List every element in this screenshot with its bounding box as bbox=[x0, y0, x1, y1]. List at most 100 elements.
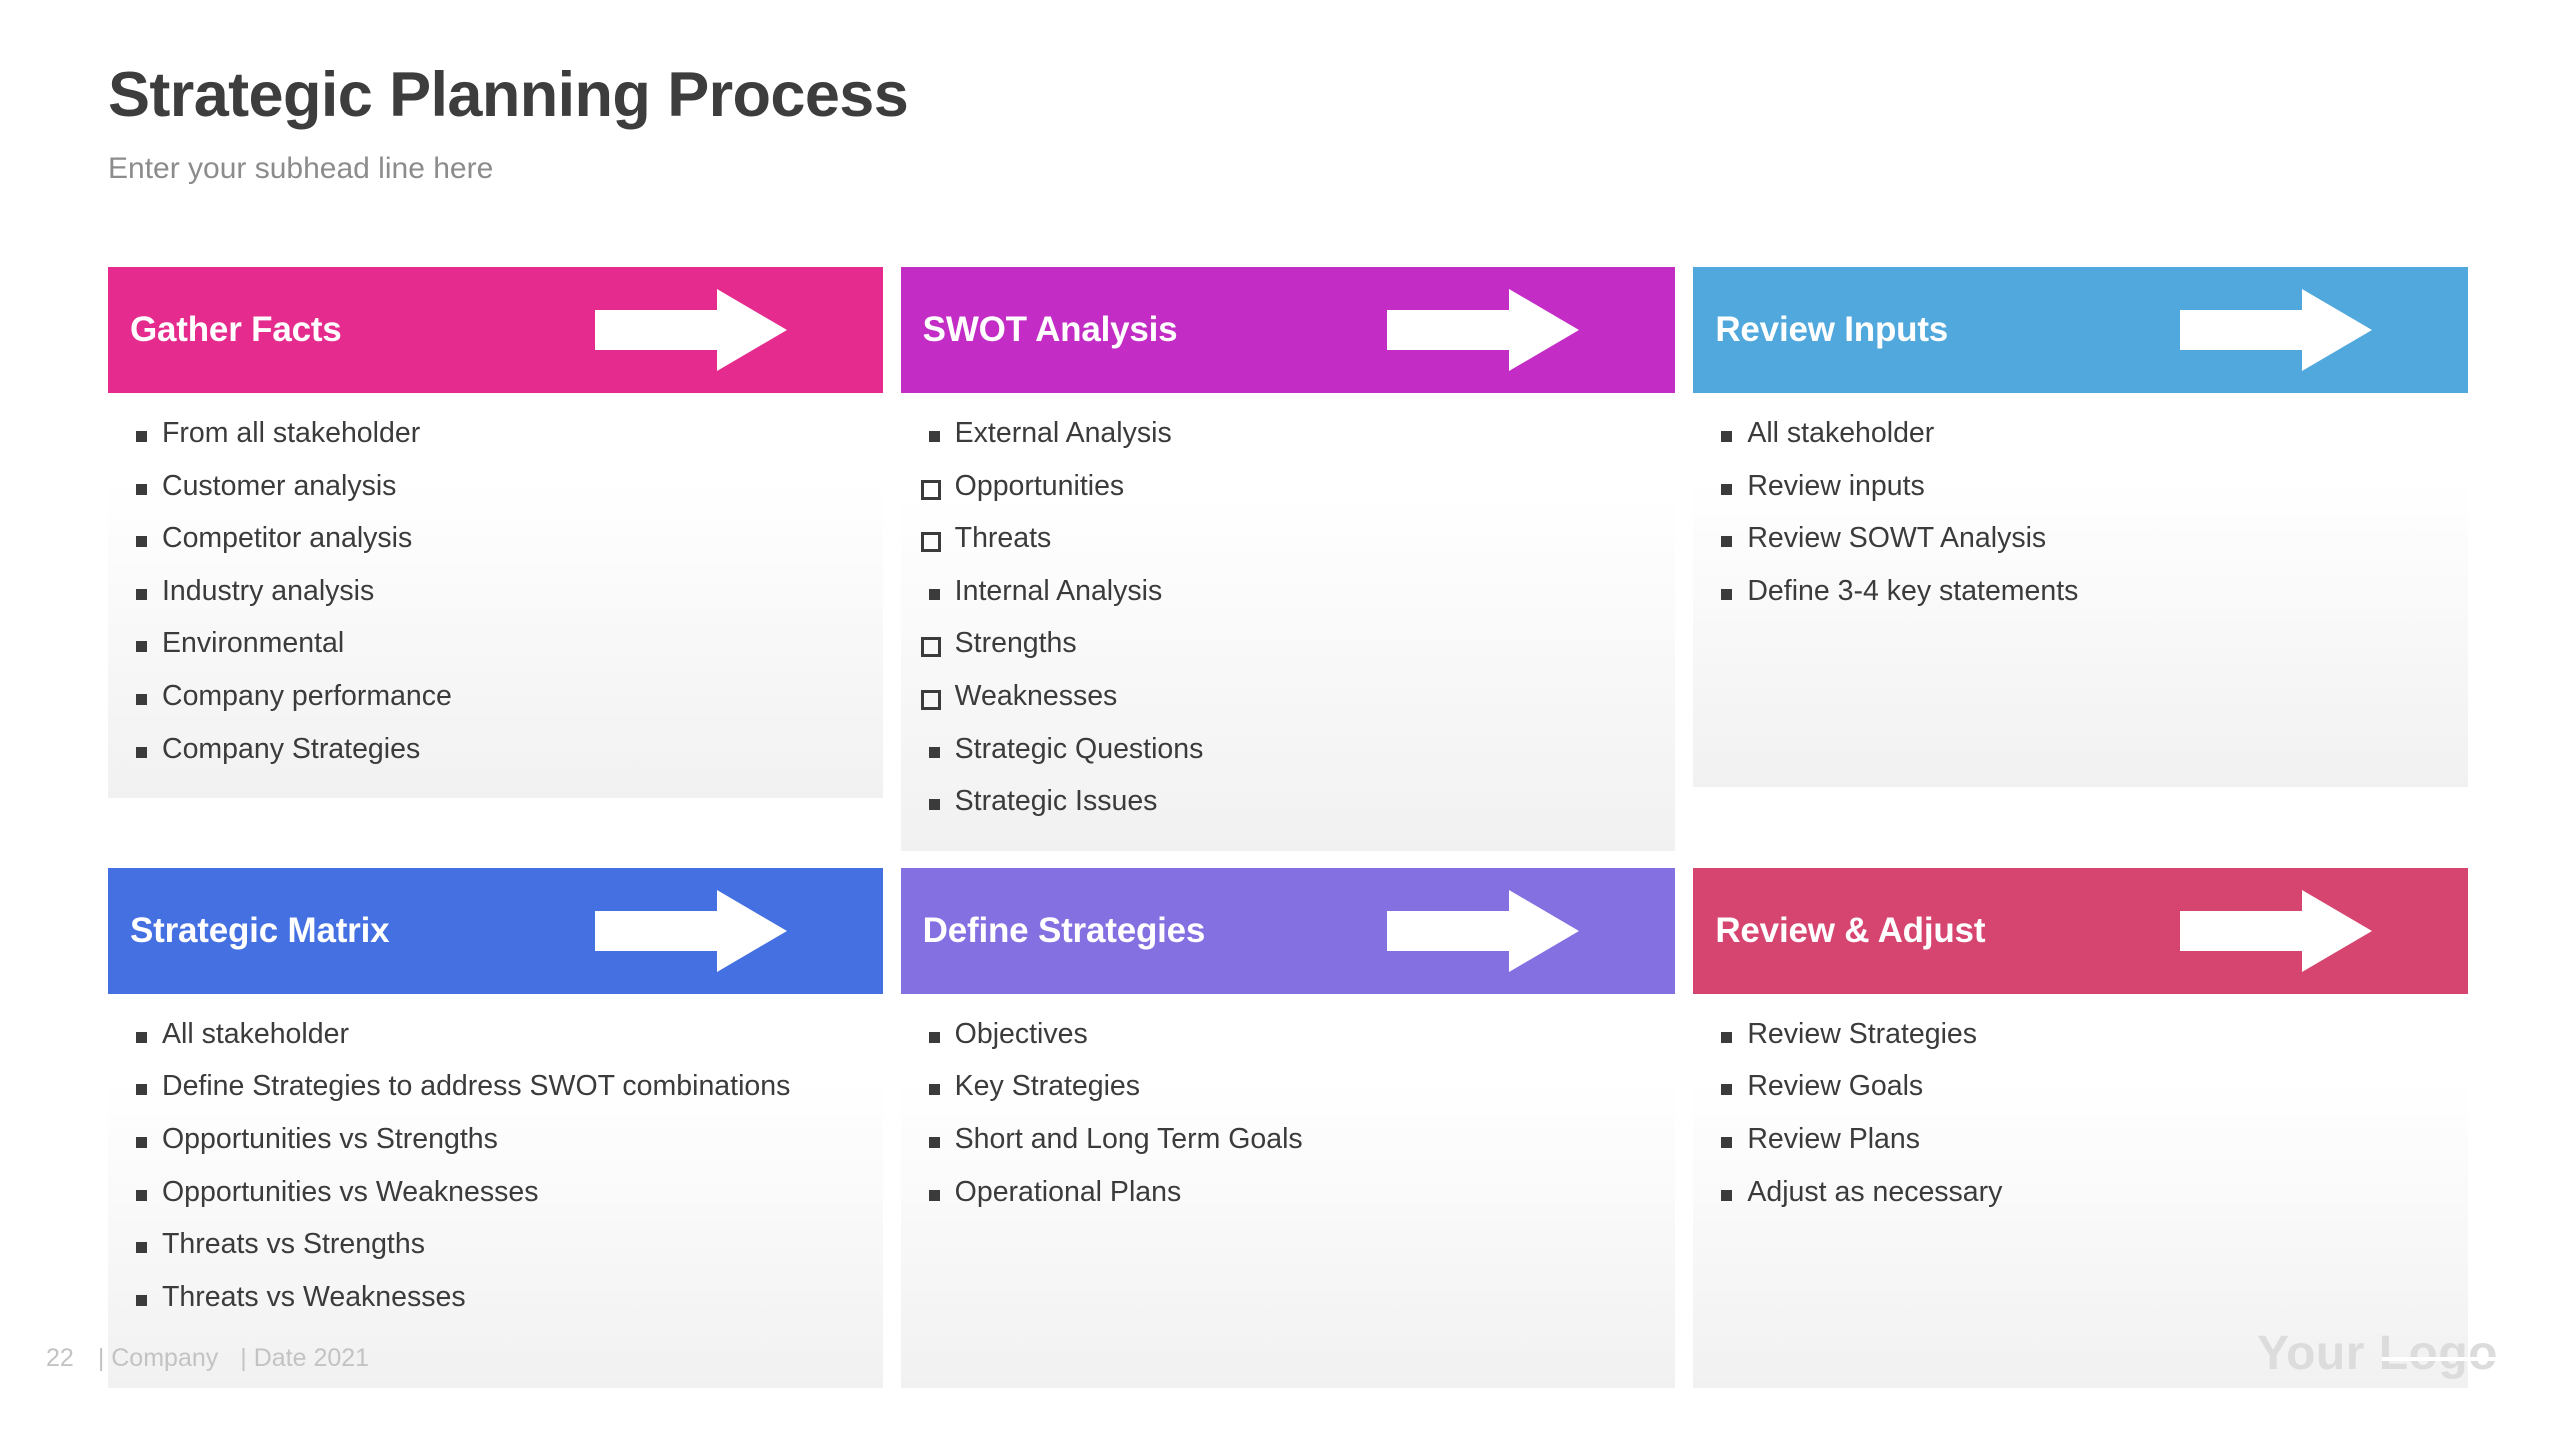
page-subhead: Enter your subhead line here bbox=[108, 151, 494, 185]
bullet-text: Company Strategies bbox=[162, 732, 421, 765]
process-card-header[interactable]: Define Strategies bbox=[900, 867, 1676, 994]
filled-square-bullet-icon bbox=[128, 577, 162, 600]
bullet-text: Opportunities vs Strengths bbox=[162, 1123, 498, 1156]
bullet-text: All stakeholder bbox=[162, 1017, 349, 1050]
hollow-square-bullet-icon bbox=[920, 472, 955, 500]
process-card-title: Strategic Matrix bbox=[130, 910, 390, 950]
bullet-text: Define 3-4 key statements bbox=[1747, 574, 2079, 607]
bullet-glyph bbox=[1721, 431, 1733, 442]
footer-date: | Date 2021 bbox=[240, 1344, 370, 1372]
bullet-glyph bbox=[136, 694, 147, 706]
bullet-glyph bbox=[136, 641, 147, 653]
footer-logo-placeholder: Your Logo bbox=[2257, 1327, 2500, 1380]
filled-square-bullet-icon bbox=[128, 1178, 162, 1201]
process-card-header[interactable]: Review & Adjust bbox=[1693, 867, 2469, 994]
bullet-glyph bbox=[928, 799, 940, 811]
bullet-list: All stakeholder Review inputs Review SOWT … bbox=[1713, 417, 2448, 611]
bullet-text: Review Strategies bbox=[1747, 1017, 1978, 1050]
filled-square-bullet-icon bbox=[921, 1125, 955, 1149]
bullet-glyph bbox=[920, 690, 941, 711]
process-card-header[interactable]: Gather Facts bbox=[108, 267, 883, 393]
process-card[interactable]: Gather Facts From all stakeholder Customer… bbox=[108, 267, 883, 851]
bullet-list-item: Company performance bbox=[128, 680, 863, 735]
process-card-header[interactable]: Review Inputs bbox=[1693, 267, 2469, 393]
right-arrow-icon bbox=[594, 889, 787, 972]
bullet-list-item: Strategic Issues bbox=[921, 785, 1656, 821]
filled-square-bullet-icon bbox=[1713, 524, 1747, 548]
filled-square-bullet-icon bbox=[128, 419, 162, 442]
bullet-list-item: Opportunities vs Strengths bbox=[128, 1123, 863, 1178]
process-card[interactable]: Define Strategies Objectives Key Strategie… bbox=[900, 867, 1676, 1388]
bullet-list-item: Opportunities bbox=[920, 470, 1656, 525]
page-title: Strategic Planning Process bbox=[108, 60, 909, 130]
bullet-list-item: Opportunities vs Weaknesses bbox=[128, 1176, 863, 1231]
bullet-list: All stakeholder Define Strategies to addr… bbox=[128, 1018, 863, 1317]
filled-square-bullet-icon bbox=[128, 472, 162, 495]
bullet-text: Industry analysis bbox=[162, 574, 375, 607]
bullet-glyph bbox=[136, 1242, 147, 1254]
filled-square-bullet-icon bbox=[128, 524, 162, 548]
bullet-text: Strategic Issues bbox=[954, 785, 1158, 818]
filled-square-bullet-icon bbox=[128, 735, 162, 758]
bullet-list-item: Objectives bbox=[921, 1018, 1656, 1073]
bullet-list-item: Define 3-4 key statements bbox=[1713, 575, 2448, 611]
filled-square-bullet-icon bbox=[128, 1230, 162, 1254]
bullet-glyph bbox=[920, 637, 941, 658]
process-card[interactable]: Review & Adjust Review Strategies Review G… bbox=[1693, 867, 2469, 1388]
bullet-text: Strengths bbox=[954, 627, 1077, 660]
filled-square-bullet-icon bbox=[921, 1020, 955, 1043]
process-card[interactable]: Review Inputs All stakeholder Review input… bbox=[1693, 267, 2469, 851]
bullet-glyph bbox=[1721, 588, 1733, 600]
hollow-square-bullet-icon bbox=[920, 629, 955, 658]
filled-square-bullet-icon bbox=[128, 1020, 162, 1043]
bullet-glyph bbox=[1721, 1084, 1733, 1096]
filled-square-bullet-icon bbox=[128, 629, 162, 653]
right-arrow-icon bbox=[1387, 889, 1580, 972]
filled-square-bullet-icon bbox=[128, 682, 162, 706]
bullet-list-item: Review inputs bbox=[1713, 470, 2448, 525]
bullet-text: Objectives bbox=[954, 1017, 1088, 1050]
bullet-list-item: Environmental bbox=[128, 627, 863, 682]
bullet-list-item: Strategic Questions bbox=[921, 733, 1656, 788]
bullet-glyph bbox=[1721, 1031, 1733, 1043]
footer-meta: 22 | Company | Date 2021 bbox=[46, 1344, 369, 1373]
process-card-header[interactable]: Strategic Matrix bbox=[108, 867, 883, 994]
bullet-text: Review Plans bbox=[1747, 1123, 1920, 1156]
bullet-list-item: Review Strategies bbox=[1713, 1018, 2448, 1073]
slide-header: Strategic Planning Process Enter your su… bbox=[108, 62, 2468, 187]
bullet-list: Review Strategies Review Goals Review Plan… bbox=[1713, 1018, 2448, 1211]
bullet-list-item: Operational Plans bbox=[921, 1176, 1656, 1212]
bullet-list-item: From all stakeholder bbox=[128, 417, 863, 472]
bullet-text: Competitor analysis bbox=[162, 522, 413, 555]
bullet-text: Internal Analysis bbox=[954, 574, 1163, 607]
process-card-title: Gather Facts bbox=[130, 310, 342, 349]
bullet-text: All stakeholder bbox=[1747, 417, 1935, 449]
bullet-list-item: Define Strategies to address SWOT combin… bbox=[128, 1070, 863, 1125]
bullet-text: Opportunities vs Weaknesses bbox=[162, 1175, 539, 1208]
bullet-glyph bbox=[136, 1031, 147, 1043]
process-card-body: External Analysis Opportunities Threats Int… bbox=[900, 393, 1676, 851]
bullet-text: Define Strategies to address SWOT combin… bbox=[162, 1070, 791, 1103]
filled-square-bullet-icon bbox=[921, 735, 955, 758]
footer-company: | Company bbox=[97, 1344, 219, 1372]
bullet-text: Opportunities bbox=[954, 469, 1125, 502]
filled-square-bullet-icon bbox=[1713, 419, 1747, 442]
filled-square-bullet-icon bbox=[1713, 1020, 1747, 1043]
bullet-glyph bbox=[928, 746, 940, 758]
process-card-header[interactable]: SWOT Analysis bbox=[900, 267, 1676, 393]
filled-square-bullet-icon bbox=[921, 577, 955, 600]
right-arrow-icon bbox=[2180, 289, 2373, 371]
bullet-list-item: Key Strategies bbox=[921, 1070, 1656, 1125]
bullet-glyph bbox=[136, 1294, 147, 1306]
process-card[interactable]: SWOT Analysis External Analysis Opportunit… bbox=[900, 267, 1676, 851]
process-card[interactable]: Strategic Matrix All stakeholder Define St… bbox=[108, 867, 883, 1388]
process-card-body: From all stakeholder Customer analysis Com… bbox=[108, 393, 883, 799]
bullet-list-item: Threats bbox=[920, 522, 1656, 577]
bullet-list-item: Threats vs Strengths bbox=[128, 1228, 863, 1283]
bullet-list: Objectives Key Strategies Short and Long T… bbox=[921, 1018, 1656, 1212]
bullet-list-item: Customer analysis bbox=[128, 470, 863, 525]
filled-square-bullet-icon bbox=[1713, 1072, 1747, 1096]
filled-square-bullet-icon bbox=[1713, 1178, 1747, 1201]
bullet-glyph bbox=[1721, 536, 1733, 548]
footer-page-number: 22 bbox=[46, 1344, 74, 1372]
